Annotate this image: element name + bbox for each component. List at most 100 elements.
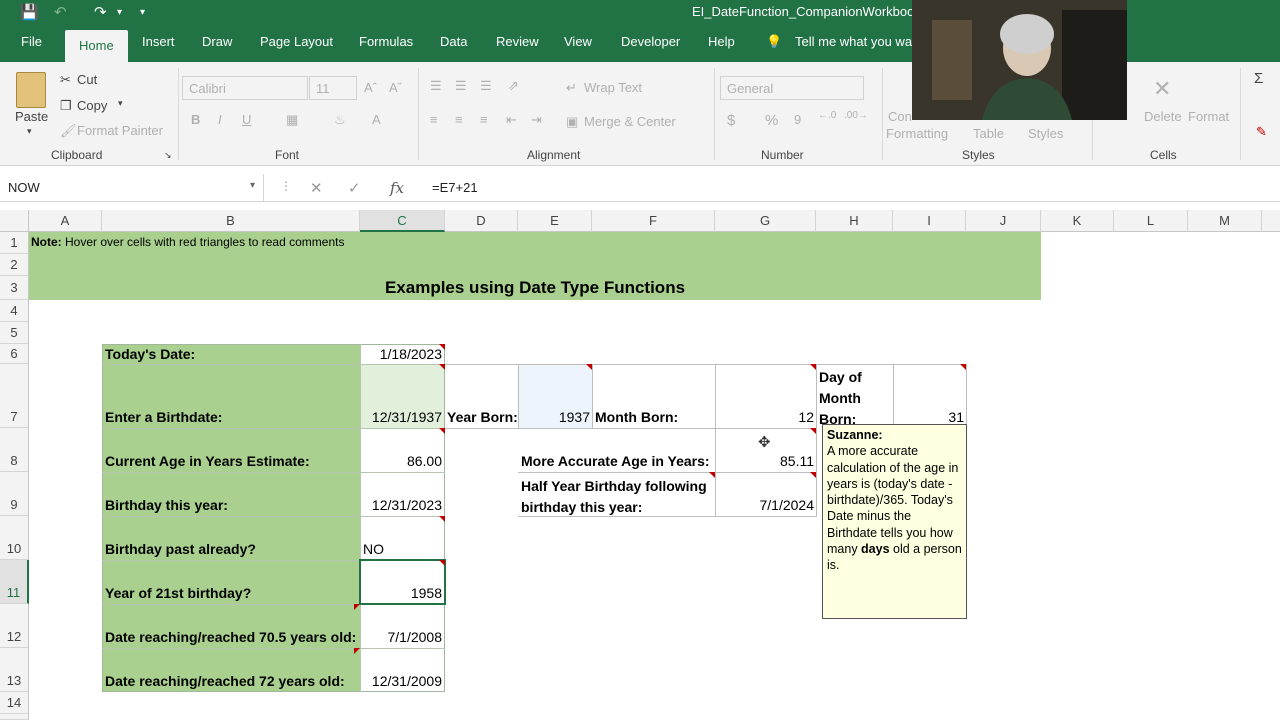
decrease-decimal-icon[interactable]: .00→ bbox=[844, 110, 868, 121]
merge-icon[interactable]: ▣ bbox=[566, 114, 578, 130]
comment-indicator-c11[interactable] bbox=[439, 560, 445, 566]
comment-indicator-g7[interactable] bbox=[810, 364, 816, 370]
copy-button[interactable]: Copy bbox=[77, 98, 107, 113]
orientation-icon[interactable]: ⇗ bbox=[508, 78, 519, 94]
tab-view[interactable]: View bbox=[564, 34, 592, 49]
align-bottom-icon[interactable]: ☰ bbox=[480, 78, 492, 94]
row-header-8[interactable]: 8 bbox=[0, 428, 29, 472]
comment-indicator-i7[interactable] bbox=[960, 364, 966, 370]
font-name-dropdown[interactable]: Calibri bbox=[182, 76, 308, 100]
borders-icon[interactable]: ▦ bbox=[286, 112, 298, 128]
row-header-14[interactable]: 14 bbox=[0, 692, 29, 714]
row-header-13[interactable]: 13 bbox=[0, 648, 29, 692]
copy-icon[interactable]: ❐ bbox=[60, 98, 72, 114]
tab-page-layout[interactable]: Page Layout bbox=[260, 34, 333, 49]
column-header-n[interactable] bbox=[1262, 210, 1280, 232]
delete-button[interactable]: Delete bbox=[1144, 109, 1182, 124]
underline-button[interactable]: U bbox=[242, 112, 251, 127]
format-button[interactable]: Format bbox=[1188, 109, 1229, 124]
copy-dropdown-icon[interactable]: ▾ bbox=[118, 98, 123, 109]
formula-input[interactable]: =E7+21 bbox=[432, 180, 478, 195]
sheet-heading[interactable]: Examples using Date Type Functions bbox=[29, 278, 1041, 298]
increase-font-icon[interactable]: Aˆ bbox=[364, 80, 377, 95]
cell-i7[interactable]: 31 bbox=[893, 409, 964, 425]
italic-button[interactable]: I bbox=[218, 112, 222, 127]
autosum-icon[interactable]: Σ bbox=[1254, 70, 1263, 87]
enter-icon[interactable]: ✓ bbox=[348, 179, 361, 197]
label-current-age[interactable]: Current Age in Years Estimate: bbox=[105, 453, 310, 469]
cancel-icon[interactable]: ✕ bbox=[310, 179, 323, 197]
name-box[interactable]: NOW ▾ bbox=[0, 174, 264, 201]
column-header-a[interactable]: A bbox=[29, 210, 102, 232]
increase-decimal-icon[interactable]: ←.0 bbox=[818, 110, 836, 121]
percent-button[interactable]: % bbox=[765, 112, 778, 129]
label-more-accurate-age[interactable]: More Accurate Age in Years: bbox=[521, 453, 710, 469]
cell-c11[interactable]: 1958 bbox=[360, 585, 442, 601]
comment-indicator-c8[interactable] bbox=[439, 428, 445, 434]
column-header-f[interactable]: F bbox=[592, 210, 715, 232]
row-header-7[interactable]: 7 bbox=[0, 364, 29, 428]
align-top-icon[interactable]: ☰ bbox=[430, 78, 442, 94]
cell-c6[interactable]: 1/18/2023 bbox=[360, 346, 442, 362]
align-center-icon[interactable]: ≡ bbox=[455, 112, 463, 127]
save-icon[interactable]: 💾 bbox=[20, 3, 39, 21]
delete-cells-icon[interactable]: ✕ bbox=[1153, 76, 1171, 102]
formatting-label[interactable]: Formatting bbox=[886, 126, 948, 141]
cell-g7[interactable]: 12 bbox=[715, 409, 814, 425]
row-header-3[interactable]: 3 bbox=[0, 276, 29, 300]
column-header-c[interactable]: C bbox=[360, 210, 445, 232]
currency-button[interactable]: $ bbox=[727, 112, 735, 129]
font-color-icon[interactable]: A bbox=[372, 112, 381, 127]
comma-button[interactable]: 9 bbox=[794, 112, 801, 127]
paste-dropdown-icon[interactable]: ▾ bbox=[27, 126, 32, 137]
row-header-2[interactable]: 2 bbox=[0, 254, 29, 276]
decrease-indent-icon[interactable]: ⇤ bbox=[506, 112, 517, 128]
column-header-i[interactable]: I bbox=[893, 210, 966, 232]
format-painter-icon[interactable]: 🖌 bbox=[60, 123, 77, 139]
select-all-corner[interactable] bbox=[0, 210, 29, 232]
fill-color-icon[interactable]: ♨ bbox=[334, 112, 346, 128]
tab-insert[interactable]: Insert bbox=[142, 34, 175, 49]
row-header-10[interactable]: 10 bbox=[0, 516, 29, 560]
cell-c9[interactable]: 12/31/2023 bbox=[360, 497, 442, 513]
label-half-year-birthday[interactable]: Half Year Birthday following birthday th… bbox=[521, 476, 707, 518]
row-header-15[interactable] bbox=[0, 714, 29, 720]
align-left-icon[interactable]: ≡ bbox=[430, 112, 438, 127]
label-year-21st[interactable]: Year of 21st birthday? bbox=[105, 585, 251, 601]
cell-g8[interactable]: 85.11 bbox=[715, 453, 814, 469]
label-day-of-month-born[interactable]: Day of Month Born: bbox=[819, 367, 862, 430]
comment-indicator-g8[interactable] bbox=[810, 428, 816, 434]
comment-indicator-g9[interactable] bbox=[810, 472, 816, 478]
column-header-g[interactable]: G bbox=[715, 210, 816, 232]
column-header-m[interactable]: M bbox=[1188, 210, 1262, 232]
cell-c8[interactable]: 86.00 bbox=[360, 453, 442, 469]
column-header-e[interactable]: E bbox=[518, 210, 592, 232]
number-format-dropdown[interactable]: General bbox=[720, 76, 864, 100]
label-todays-date[interactable]: Today's Date: bbox=[105, 346, 195, 362]
row-header-12[interactable]: 12 bbox=[0, 604, 29, 648]
tell-me-search[interactable]: Tell me what you wa bbox=[795, 34, 912, 49]
tab-developer[interactable]: Developer bbox=[621, 34, 680, 49]
column-header-d[interactable]: D bbox=[445, 210, 518, 232]
bold-button[interactable]: B bbox=[191, 112, 200, 127]
comment-indicator-e7[interactable] bbox=[586, 364, 592, 370]
label-birthday-this-year[interactable]: Birthday this year: bbox=[105, 497, 228, 513]
redo-dropdown-icon[interactable]: ▾ bbox=[117, 7, 122, 18]
wrap-text-icon[interactable]: ↵ bbox=[566, 80, 577, 96]
comment-indicator-b12[interactable] bbox=[354, 604, 360, 610]
row-header-11[interactable]: 11 bbox=[0, 560, 29, 604]
cell-styles-button[interactable]: Styles bbox=[1028, 126, 1063, 141]
column-header-h[interactable]: H bbox=[816, 210, 893, 232]
row-header-1[interactable]: 1 bbox=[0, 232, 29, 254]
comment-indicator-e9[interactable] bbox=[709, 472, 715, 478]
comment-indicator-b13[interactable] bbox=[354, 648, 360, 654]
align-right-icon[interactable]: ≡ bbox=[480, 112, 488, 127]
label-year-born[interactable]: Year Born: bbox=[447, 409, 518, 425]
cell-c13[interactable]: 12/31/2009 bbox=[360, 673, 442, 689]
insert-function-button[interactable]: fx bbox=[390, 179, 404, 197]
column-header-k[interactable]: K bbox=[1041, 210, 1114, 232]
format-painter-button[interactable]: Format Painter bbox=[77, 123, 163, 138]
label-date-72[interactable]: Date reaching/reached 72 years old: bbox=[105, 673, 345, 689]
customize-qat-icon[interactable]: ▾ bbox=[140, 7, 145, 18]
column-header-j[interactable]: J bbox=[966, 210, 1041, 232]
